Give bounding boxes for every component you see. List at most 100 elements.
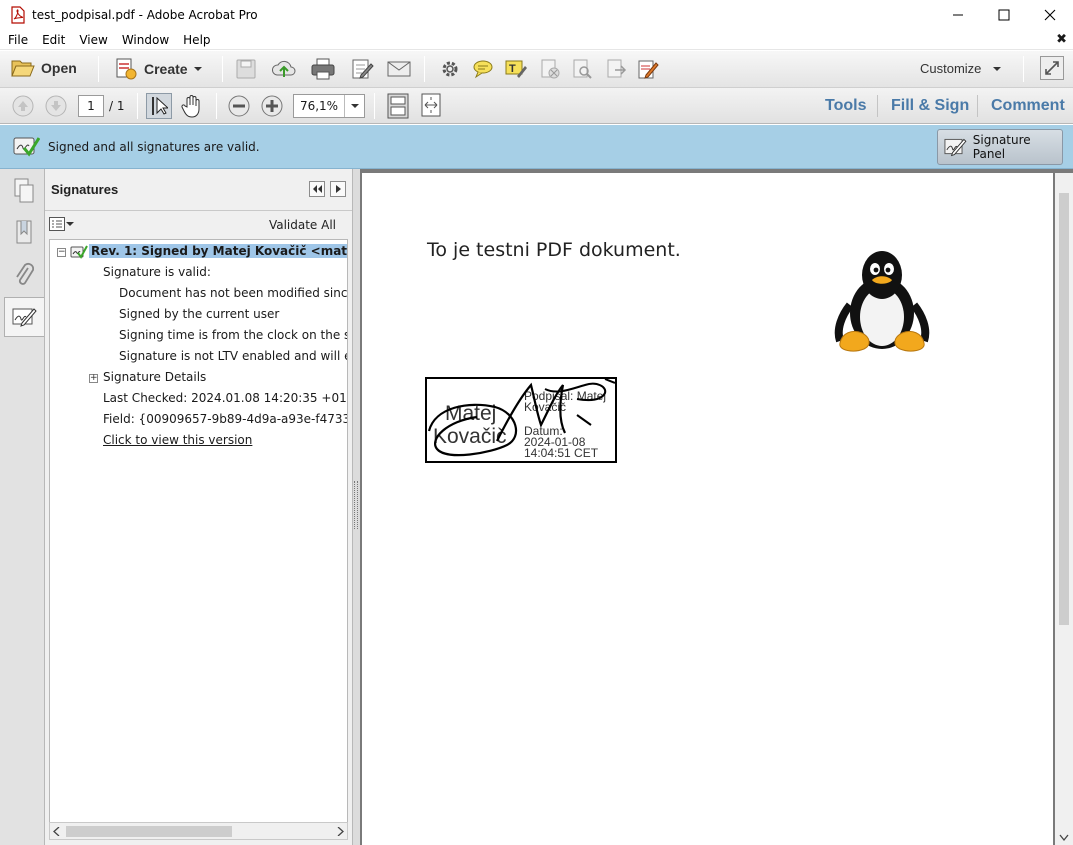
- signature-status-bar: Signed and all signatures are valid. Sig…: [0, 125, 1073, 169]
- menu-help[interactable]: Help: [175, 33, 216, 47]
- toolbar-separator: [216, 93, 217, 119]
- previous-page-icon[interactable]: [11, 94, 35, 118]
- minimize-button[interactable]: [935, 0, 981, 30]
- customize-label: Customize: [920, 61, 982, 76]
- redact-icon[interactable]: [539, 58, 561, 80]
- open-label: Open: [41, 60, 77, 76]
- scroll-thumb[interactable]: [66, 826, 232, 837]
- not-modified-row[interactable]: Document has not been modified since thi…: [119, 286, 347, 300]
- current-user-row[interactable]: Signed by the current user: [119, 307, 279, 321]
- bookmarks-button[interactable]: [4, 213, 44, 253]
- close-window-button[interactable]: [1027, 0, 1073, 30]
- signatures-subtoolbar: Validate All: [45, 212, 352, 238]
- signing-time-row[interactable]: Signing time is from the clock on the si…: [119, 328, 347, 342]
- panel-splitter[interactable]: [352, 169, 360, 845]
- document-area: To je testni PDF dokument. Matej Kovačič…: [360, 169, 1073, 845]
- validate-all-button[interactable]: Validate All: [269, 218, 336, 232]
- zoom-in-icon[interactable]: [260, 94, 284, 118]
- zoom-dropdown[interactable]: [344, 95, 364, 117]
- tab-tools[interactable]: Tools: [825, 88, 866, 124]
- handwritten-signature-image: [427, 379, 615, 457]
- customize-button[interactable]: Customize: [920, 61, 1003, 76]
- tab-fill-sign[interactable]: Fill & Sign: [891, 88, 969, 124]
- create-label: Create: [144, 61, 188, 77]
- fit-width-icon[interactable]: [420, 93, 442, 117]
- export-icon[interactable]: [605, 58, 627, 80]
- toolbar-separator: [424, 56, 425, 82]
- double-chevron-left-icon: [313, 185, 322, 193]
- chevron-down-icon: [66, 222, 74, 226]
- chevron-down-icon[interactable]: [1059, 834, 1069, 842]
- signatures-panel-title: Signatures: [51, 182, 119, 197]
- close-document-button[interactable]: ✖: [1056, 32, 1067, 47]
- edit-document-icon[interactable]: [351, 58, 375, 80]
- find-in-document-icon[interactable]: [571, 58, 593, 80]
- chevron-right-icon[interactable]: [336, 827, 344, 836]
- toolbar-separator: [137, 93, 138, 119]
- attachments-button[interactable]: [4, 255, 44, 295]
- expand-button[interactable]: [1040, 56, 1064, 80]
- options-menu-icon: [49, 217, 65, 231]
- create-pdf-icon: [116, 58, 137, 80]
- select-tool-button[interactable]: [146, 93, 172, 119]
- comment-icon[interactable]: [472, 59, 494, 79]
- signature-tree: − Rev. 1: Signed by Matej Kovačič <matej…: [49, 239, 348, 823]
- hand-tool-icon[interactable]: [181, 94, 203, 118]
- print-icon[interactable]: [311, 58, 335, 80]
- field-row[interactable]: Field: {00909657-9b89-4d9a-a93e-f4733687…: [103, 412, 347, 426]
- email-icon[interactable]: [387, 59, 411, 79]
- last-checked-row[interactable]: Last Checked: 2024.01.08 14:20:35 +01'00…: [103, 391, 347, 405]
- signatures-panel: Signatures Validate All − Rev. 1: Signed…: [45, 169, 352, 845]
- pdf-file-icon: [11, 6, 25, 24]
- zoom-select[interactable]: 76,1%: [293, 94, 365, 118]
- menu-edit[interactable]: Edit: [34, 33, 71, 47]
- pane-separator: [877, 95, 878, 117]
- fit-page-icon[interactable]: [386, 93, 410, 119]
- menu-bar: File Edit View Window Help ✖: [0, 30, 1073, 50]
- signature-details-row[interactable]: Signature Details: [103, 370, 206, 384]
- signature-status-message: Signed and all signatures are valid.: [48, 139, 260, 154]
- ltv-row[interactable]: Signature is not LTV enabled and will ex…: [119, 349, 347, 363]
- tab-comment[interactable]: Comment: [991, 88, 1065, 124]
- horizontal-scrollbar[interactable]: [49, 822, 348, 840]
- chevron-left-icon[interactable]: [53, 827, 61, 836]
- chevron-down-icon: [350, 104, 359, 108]
- splitter-grip[interactable]: [354, 481, 358, 529]
- menu-file[interactable]: File: [0, 33, 34, 47]
- signature-panel-button[interactable]: Signature Panel: [937, 129, 1063, 165]
- visible-signature-stamp[interactable]: Matej Kovačič Podpisal: Matej Kovačič Da…: [425, 377, 617, 463]
- next-page-icon[interactable]: [44, 94, 68, 118]
- page-thumbnails-button[interactable]: [4, 171, 44, 211]
- open-button[interactable]: Open: [11, 57, 77, 79]
- chevron-down-icon: [193, 67, 202, 71]
- signature-valid-icon: [13, 136, 40, 157]
- signature-valid-row[interactable]: Signature is valid:: [103, 265, 211, 279]
- page-number-input[interactable]: 1: [78, 95, 104, 117]
- signatures-panel-button[interactable]: [4, 297, 44, 337]
- pdf-page: To je testni PDF dokument. Matej Kovačič…: [362, 173, 1053, 845]
- collapse-toggle[interactable]: −: [57, 248, 66, 257]
- menu-window[interactable]: Window: [114, 33, 175, 47]
- cloud-upload-icon[interactable]: [271, 57, 297, 81]
- sign-document-icon[interactable]: [637, 58, 659, 80]
- gear-icon[interactable]: [440, 59, 460, 79]
- svg-text:T: T: [509, 63, 516, 75]
- minimize-icon: [953, 14, 963, 16]
- vertical-scrollbar[interactable]: [1055, 173, 1073, 845]
- options-menu-button[interactable]: [49, 217, 74, 231]
- highlight-text-icon[interactable]: T: [505, 58, 527, 80]
- save-icon[interactable]: [235, 58, 257, 80]
- expand-toggle[interactable]: +: [89, 374, 98, 383]
- signature-pen-icon: [12, 308, 37, 327]
- signature-revision-row[interactable]: Rev. 1: Signed by Matej Kovačič <matej.k…: [89, 244, 347, 258]
- scroll-thumb[interactable]: [1059, 193, 1069, 625]
- zoom-out-icon[interactable]: [227, 94, 251, 118]
- collapse-panel-button[interactable]: [309, 181, 325, 197]
- create-button[interactable]: Create: [114, 57, 204, 81]
- menu-view[interactable]: View: [71, 33, 113, 47]
- panel-menu-button[interactable]: [330, 181, 346, 197]
- view-version-link[interactable]: Click to view this version: [103, 433, 252, 447]
- maximize-button[interactable]: [981, 0, 1027, 30]
- pane-separator: [977, 95, 978, 117]
- window-title: test_podpisal.pdf - Adobe Acrobat Pro: [32, 8, 258, 22]
